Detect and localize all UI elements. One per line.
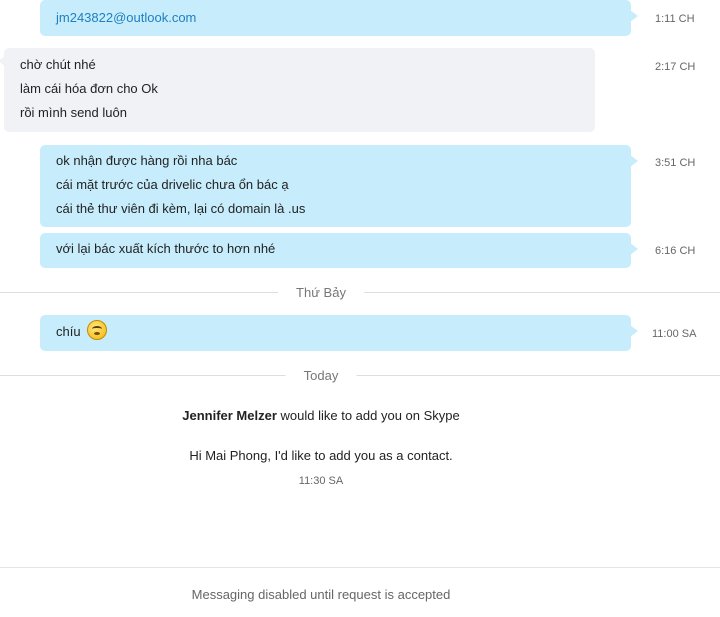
requester-name: Jennifer Melzer	[182, 408, 277, 423]
message-timestamp: 1:11 CH	[655, 13, 695, 25]
message-bubble-outgoing: chíu	[40, 315, 638, 351]
message-line: chờ chút nhé	[20, 57, 96, 72]
message-bubble-incoming: chờ chút nhé làm cái hóa đơn cho Ok rồi …	[0, 48, 595, 132]
footer-divider	[0, 567, 720, 568]
contact-request-message: Hi Mai Phong, I'd like to add you as a c…	[189, 448, 453, 463]
message-timestamp: 6:16 CH	[655, 245, 696, 257]
message-timestamp: 11:00 SA	[652, 328, 697, 340]
day-divider-line	[0, 375, 720, 376]
email-link[interactable]: jm243822@outlook.com	[56, 6, 615, 30]
contact-request-heading: Jennifer Melzer would like to add you on…	[0, 408, 642, 423]
request-action-text: would like to add you on Skype	[280, 408, 460, 423]
message-line: làm cái hóa đơn cho Ok	[20, 81, 158, 96]
day-divider-saturday: Thứ Bảy	[278, 285, 364, 300]
message-line: với lại bác xuất kích thước to hơn nhé	[56, 241, 276, 256]
message-line: chíu	[56, 320, 615, 344]
message-bubble-outgoing: với lại bác xuất kích thước to hơn nhé	[40, 233, 638, 268]
day-divider-today: Today	[285, 368, 357, 383]
message-text: chíu	[56, 324, 81, 339]
message-bubble-outgoing: jm243822@outlook.com	[40, 0, 638, 36]
message-timestamp: 3:51 CH	[655, 157, 696, 169]
message-timestamp: 2:17 CH	[655, 61, 696, 73]
message-line: rồi mình send luôn	[20, 105, 127, 120]
contact-request-time: 11:30 SA	[298, 475, 344, 487]
messaging-disabled-status: Messaging disabled until request is acce…	[191, 587, 451, 602]
smiley-emoji-icon	[87, 320, 108, 340]
message-line: ok nhận được hàng rồi nha bác	[56, 153, 238, 168]
message-line: cái thẻ thư viên đi kèm, lại có domain l…	[56, 201, 306, 216]
message-line: cái mặt trước của drivelic chưa ổn bác ạ	[56, 177, 289, 192]
message-bubble-outgoing: ok nhận được hàng rồi nha bác cái mặt tr…	[40, 145, 638, 227]
